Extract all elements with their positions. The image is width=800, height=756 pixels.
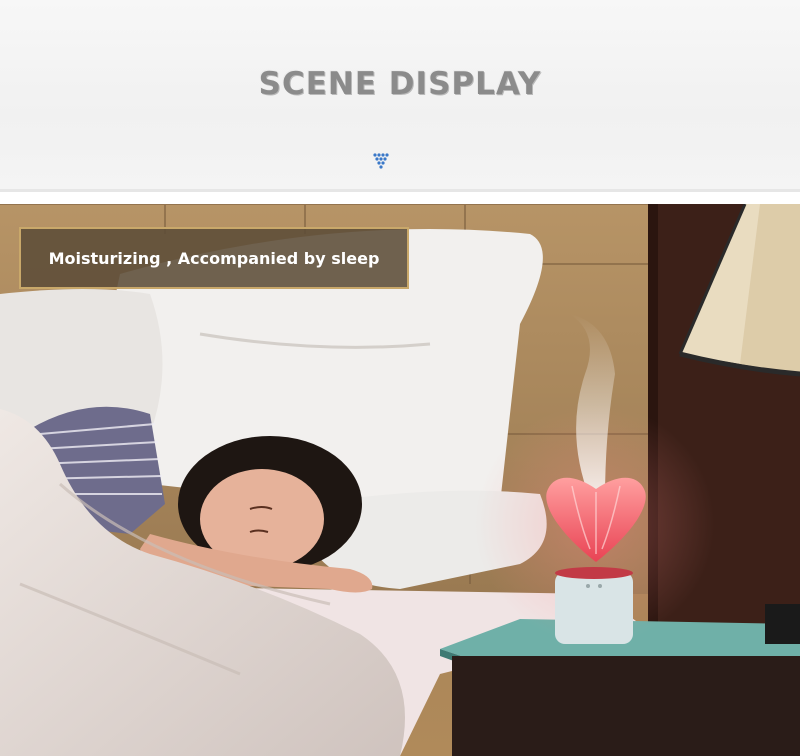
- header-band: SCENE DISPLAY: [0, 0, 800, 192]
- scene-photo: Moisturizing , Accompanied by sleep: [0, 204, 800, 756]
- section-title: SCENE DISPLAY: [258, 66, 542, 102]
- caption-banner: Moisturizing , Accompanied by sleep: [19, 227, 409, 289]
- down-triangle-dots-icon: [373, 153, 389, 169]
- spacer: [0, 192, 800, 204]
- caption-text: Moisturizing , Accompanied by sleep: [48, 248, 380, 268]
